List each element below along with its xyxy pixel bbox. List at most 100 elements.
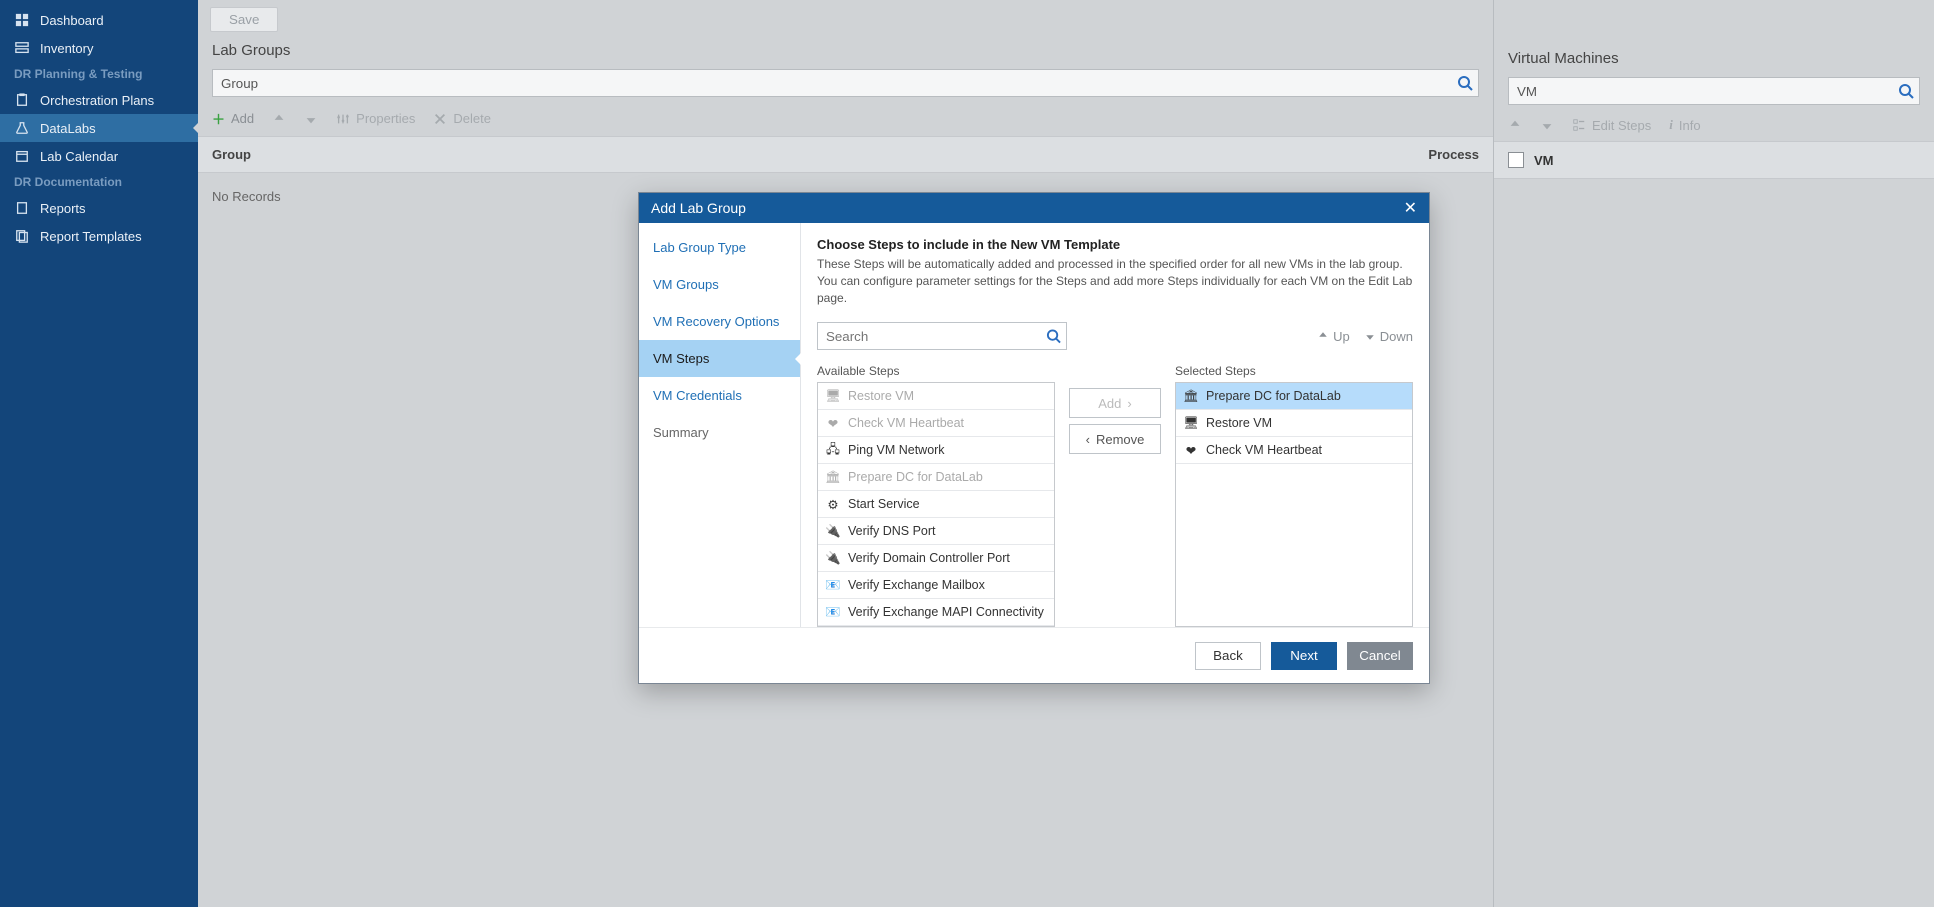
nav-summary[interactable]: Summary: [639, 414, 800, 451]
vm-move-down-button[interactable]: [1540, 118, 1554, 132]
properties-label: Properties: [356, 111, 415, 126]
sidebar-item-inventory[interactable]: Inventory: [0, 34, 198, 62]
sidebar-item-dashboard[interactable]: Dashboard: [0, 6, 198, 34]
template-icon: [14, 228, 30, 244]
item-label: Verify Exchange Mailbox: [848, 578, 985, 592]
vm-search: [1508, 77, 1920, 105]
list-item[interactable]: 🖥Restore VM: [1176, 410, 1412, 437]
item-label: Ping VM Network: [848, 443, 945, 457]
flask-icon: [14, 120, 30, 136]
delete-button[interactable]: Delete: [433, 111, 491, 126]
add-lab-group-modal: Add Lab Group ✕ Lab Group Type VM Groups…: [638, 192, 1430, 684]
item-label: Prepare DC for DataLab: [1206, 389, 1341, 403]
up-label: Up: [1333, 329, 1350, 344]
item-label: Restore VM: [848, 389, 914, 403]
list-item[interactable]: 🔌 Verify Domain Controller Port: [818, 545, 1054, 572]
vm-move-up-button[interactable]: [1508, 118, 1522, 132]
heartbeat-icon: ❤: [1184, 443, 1198, 457]
list-item[interactable]: ❤Check VM Heartbeat: [818, 410, 1054, 437]
edit-steps-button[interactable]: Edit Steps: [1572, 118, 1651, 133]
vm-search-input[interactable]: [1508, 77, 1920, 105]
next-button[interactable]: Next: [1271, 642, 1337, 670]
heartbeat-icon: ❤: [826, 416, 840, 430]
move-down-button[interactable]: [304, 112, 318, 126]
network-icon: 🖧: [826, 443, 840, 457]
item-label: Check VM Heartbeat: [1206, 443, 1322, 457]
info-label: Info: [1679, 118, 1701, 133]
down-label: Down: [1380, 329, 1413, 344]
item-label: Restore VM: [1206, 416, 1272, 430]
sidebar-item-lab-calendar[interactable]: Lab Calendar: [0, 142, 198, 170]
remove-step-label: Remove: [1096, 432, 1144, 447]
nav-vm-recovery-options[interactable]: VM Recovery Options: [639, 303, 800, 340]
available-steps-column: Available Steps 🖥Restore VM ❤Check VM He…: [817, 364, 1055, 627]
modal-main: Choose Steps to include in the New VM Te…: [801, 223, 1429, 627]
sidebar-item-label: Reports: [40, 201, 86, 216]
search-icon[interactable]: [1898, 83, 1914, 99]
lab-groups-title: Lab Groups: [198, 38, 1493, 69]
modal-header: Add Lab Group ✕: [639, 193, 1429, 223]
modal-footer: Back Next Cancel: [639, 627, 1429, 683]
sidebar-item-reports[interactable]: Reports: [0, 194, 198, 222]
search-icon[interactable]: [1046, 329, 1061, 344]
list-item[interactable]: ❤ Check VM Heartbeat: [1176, 437, 1412, 464]
port-icon: 🔌: [826, 524, 840, 538]
add-step-button[interactable]: Add ›: [1069, 388, 1161, 418]
delete-label: Delete: [453, 111, 491, 126]
item-label: Verify Domain Controller Port: [848, 551, 1010, 565]
plus-icon: ＋: [212, 109, 225, 128]
vm-table-header: VM: [1494, 141, 1934, 179]
sidebar-section-docs: DR Documentation: [0, 170, 198, 194]
sidebar-item-label: Orchestration Plans: [40, 93, 154, 108]
list-item[interactable]: 🏛Prepare DC for DataLab: [818, 464, 1054, 491]
list-item[interactable]: 🔌Verify DNS Port: [818, 518, 1054, 545]
list-item[interactable]: ⚙Start Service: [818, 491, 1054, 518]
select-all-checkbox[interactable]: [1508, 152, 1524, 168]
item-label: Start Service: [848, 497, 920, 511]
nav-lab-group-type[interactable]: Lab Group Type: [639, 229, 800, 266]
lab-groups-search: [212, 69, 1479, 97]
back-button[interactable]: Back: [1195, 642, 1261, 670]
save-button[interactable]: Save: [210, 7, 278, 32]
sidebar-item-datalabs[interactable]: DataLabs: [0, 114, 198, 142]
sliders-icon: [336, 112, 350, 126]
sidebar-item-label: Dashboard: [40, 13, 104, 28]
available-steps-list[interactable]: 🖥 Restore VM ❤Check VM Heartbeat 🖧 Ping VM…: [817, 382, 1055, 627]
add-step-label: Add: [1098, 396, 1121, 411]
sidebar-item-report-templates[interactable]: Report Templates: [0, 222, 198, 250]
list-item[interactable]: 📧Verify Exchange Mailbox: [818, 572, 1054, 599]
col-group: Group: [212, 147, 1389, 162]
move-down-button[interactable]: Down: [1364, 329, 1413, 344]
steps-search-input[interactable]: [817, 322, 1067, 350]
properties-button[interactable]: Properties: [336, 111, 415, 126]
nav-vm-groups[interactable]: VM Groups: [639, 266, 800, 303]
move-up-button[interactable]: [272, 112, 286, 126]
search-icon[interactable]: [1457, 75, 1473, 91]
move-up-button[interactable]: Up: [1317, 329, 1350, 344]
lab-groups-toolbar: ＋Add Properties Delete: [198, 101, 1493, 136]
inventory-icon: [14, 40, 30, 56]
list-item[interactable]: 🏛 Prepare DC for DataLab: [1176, 383, 1412, 410]
selected-steps-list[interactable]: 🏛 Prepare DC for DataLab 🖥Restore VM ❤ Che…: [1175, 382, 1413, 627]
port-icon: 🔌: [826, 551, 840, 565]
cancel-button[interactable]: Cancel: [1347, 642, 1413, 670]
list-item[interactable]: 🖥 Restore VM: [818, 383, 1054, 410]
calendar-icon: [14, 148, 30, 164]
dc-icon: 🏛: [1184, 389, 1198, 403]
selected-steps-label: Selected Steps: [1175, 364, 1413, 378]
list-item[interactable]: 📧Verify Exchange MAPI Connectivity: [818, 599, 1054, 626]
restore-icon: 🖥: [826, 389, 840, 403]
nav-vm-steps[interactable]: VM Steps: [639, 340, 800, 377]
dashboard-icon: [14, 12, 30, 28]
clipboard-icon: [14, 92, 30, 108]
nav-vm-credentials[interactable]: VM Credentials: [639, 377, 800, 414]
col-vm: VM: [1534, 153, 1554, 168]
sidebar-item-orchestration-plans[interactable]: Orchestration Plans: [0, 86, 198, 114]
virtual-machines-panel: Virtual Machines Edit Steps i Info VM: [1494, 0, 1934, 907]
list-item[interactable]: 🖧 Ping VM Network: [818, 437, 1054, 464]
close-icon[interactable]: ✕: [1404, 198, 1417, 218]
remove-step-button[interactable]: ‹ Remove: [1069, 424, 1161, 454]
add-button[interactable]: ＋Add: [212, 109, 254, 128]
lab-groups-search-input[interactable]: [212, 69, 1479, 97]
info-button[interactable]: i Info: [1669, 117, 1700, 133]
